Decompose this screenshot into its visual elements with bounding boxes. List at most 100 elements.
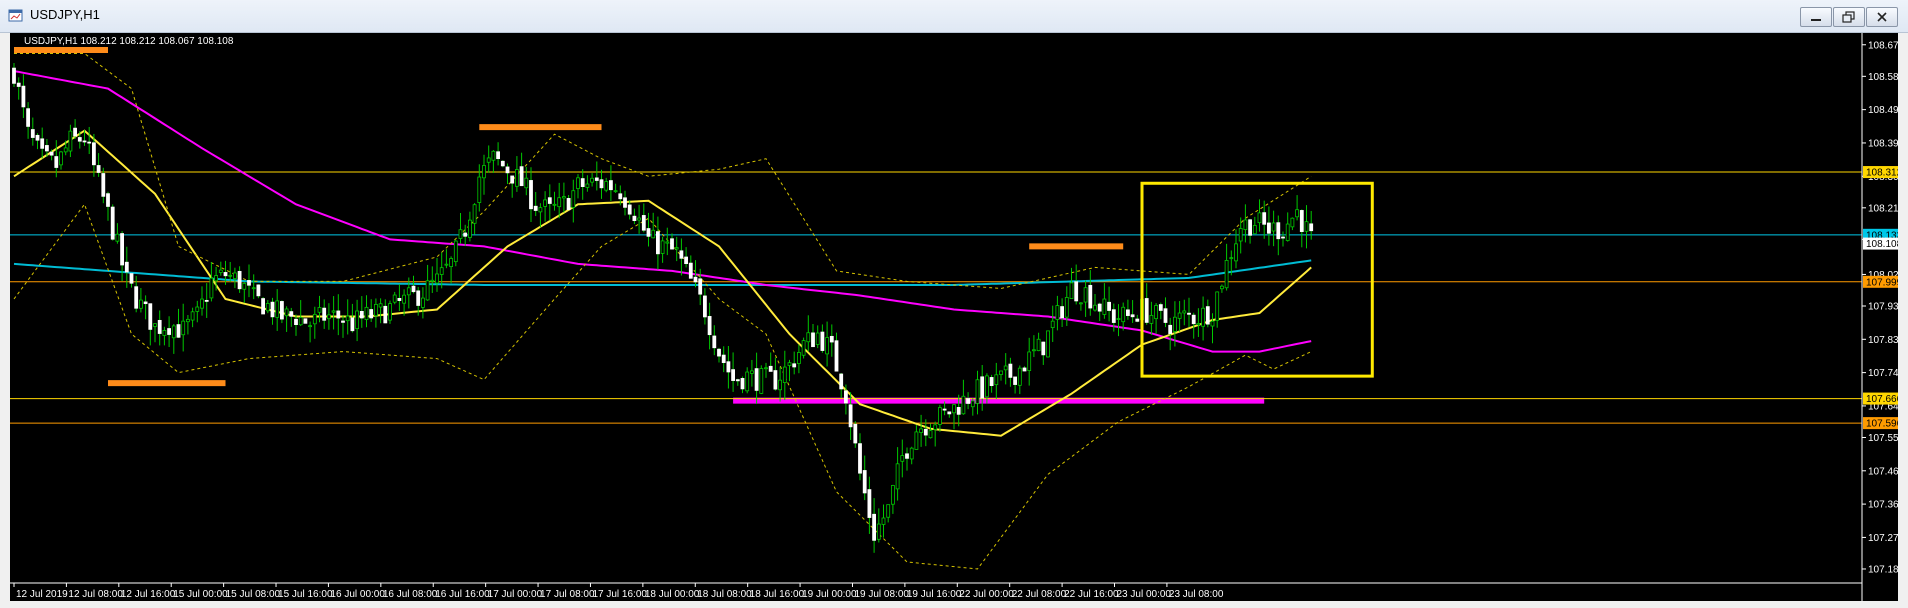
candle-body-188 (895, 463, 900, 490)
candle-body-26 (134, 286, 139, 309)
candle-body-4 (30, 129, 35, 138)
time-tick-label-12: 18 Jul 00:00 (645, 589, 700, 600)
candle-body-0 (12, 67, 16, 84)
candle-body-88 (425, 280, 430, 301)
candle-body-261 (1238, 228, 1243, 242)
time-tick-label-5: 15 Jul 16:00 (278, 589, 333, 600)
candle-body-34 (171, 325, 176, 339)
candle-220 (1046, 330, 1050, 358)
candle-body-199 (947, 411, 952, 415)
candle-104 (500, 160, 505, 168)
candle-body-45 (223, 272, 228, 277)
candle-body-52 (256, 284, 261, 297)
price-tick-label-0: 108.675 (1868, 40, 1898, 51)
candle-body-251 (1191, 314, 1196, 325)
candle-body-47 (232, 272, 237, 279)
restore-icon (1842, 11, 1855, 23)
candle-body-31 (157, 319, 162, 334)
candle-body-201 (956, 407, 961, 415)
price-tick-label-12: 107.555 (1868, 433, 1898, 444)
candle-body-15 (82, 140, 87, 143)
candle-body-94 (453, 240, 458, 263)
candle-body-118 (566, 198, 571, 211)
time-tick-label-10: 17 Jul 08:00 (540, 589, 595, 600)
candle-body-275 (1304, 221, 1309, 232)
window-titlebar[interactable]: USDJPY,H1 (0, 0, 1908, 33)
candle-body-245 (1163, 308, 1168, 323)
candle-body-82 (397, 298, 402, 301)
candle-21 (110, 204, 115, 241)
candle-body-54 (265, 303, 270, 312)
candle-body-49 (242, 282, 247, 290)
candle-body-205 (975, 379, 980, 404)
candle-body-198 (942, 408, 947, 411)
candle-body-18 (96, 165, 101, 173)
current-price-tag: 108.108 (1866, 239, 1898, 250)
candle-body-180 (858, 443, 862, 474)
candle-body-158 (754, 368, 759, 391)
candle-body-214 (1017, 367, 1022, 386)
candle-body-2 (21, 85, 26, 108)
candle-body-3 (26, 108, 31, 127)
restore-button[interactable] (1833, 7, 1865, 27)
candle-body-260 (1234, 243, 1238, 262)
candle-body-101 (486, 157, 491, 163)
candle-body-143 (684, 256, 688, 265)
candle-body-218 (1036, 338, 1041, 352)
candle-62 (303, 318, 308, 324)
candle-body-63 (308, 325, 313, 328)
minimize-button[interactable] (1800, 7, 1832, 27)
candle-body-122 (585, 183, 590, 188)
candle-body-177 (844, 390, 848, 404)
price-tick-label-9: 107.835 (1868, 335, 1898, 346)
candle-body-159 (759, 368, 764, 394)
time-tick-label-11: 17 Jul 16:00 (592, 589, 647, 600)
candle-body-91 (439, 267, 444, 275)
price-tick-label-8: 107.930 (1868, 301, 1898, 312)
candle-body-152 (726, 361, 731, 373)
candle-body-253 (1201, 307, 1205, 327)
candle-body-71 (345, 315, 350, 322)
candle-body-95 (458, 229, 463, 239)
candle-body-206 (980, 376, 985, 399)
price-tick-label-5: 108.210 (1868, 203, 1898, 214)
candle-body-266 (1262, 212, 1267, 225)
candle-body-89 (430, 279, 435, 282)
candle-body-120 (576, 177, 580, 189)
candle-body-112 (538, 207, 543, 213)
candle-body-39 (195, 306, 200, 312)
candle-body-131 (627, 204, 632, 215)
candle-body-226 (1074, 281, 1079, 302)
candle-body-56 (275, 300, 280, 318)
candle-body-189 (900, 455, 905, 462)
candle-body-44 (218, 269, 223, 273)
candle-body-194 (923, 428, 928, 436)
candle-body-79 (383, 305, 388, 324)
candle-body-87 (420, 297, 425, 308)
candle-body-239 (1135, 318, 1140, 322)
candle-body-136 (651, 229, 656, 239)
candle-body-25 (129, 273, 134, 284)
chart-frame[interactable]: 108.675108.585108.490108.395108.300108.2… (10, 33, 1898, 601)
price-chart[interactable]: 108.675108.585108.490108.395108.300108.2… (10, 33, 1898, 601)
candle-body-78 (378, 303, 383, 308)
candle-body-215 (1022, 367, 1027, 372)
candle-body-272 (1290, 217, 1295, 228)
time-tick-label-18: 22 Jul 00:00 (959, 589, 1014, 600)
candle-body-162 (773, 370, 778, 390)
candle-body-255 (1210, 320, 1215, 327)
candle-body-23 (120, 233, 124, 266)
candle-body-22 (115, 233, 120, 242)
close-button[interactable] (1866, 7, 1898, 27)
candle-body-11 (63, 147, 68, 153)
candle-53 (261, 297, 266, 315)
candle-body-236 (1121, 306, 1126, 323)
candle-body-30 (153, 323, 157, 327)
candle-body-19 (101, 173, 106, 197)
candle-body-48 (237, 270, 242, 290)
candle-body-183 (872, 513, 876, 541)
candle-body-60 (294, 318, 298, 325)
candle-body-254 (1205, 306, 1210, 325)
window-title: USDJPY,H1 (30, 7, 100, 22)
candle-body-33 (167, 328, 172, 335)
